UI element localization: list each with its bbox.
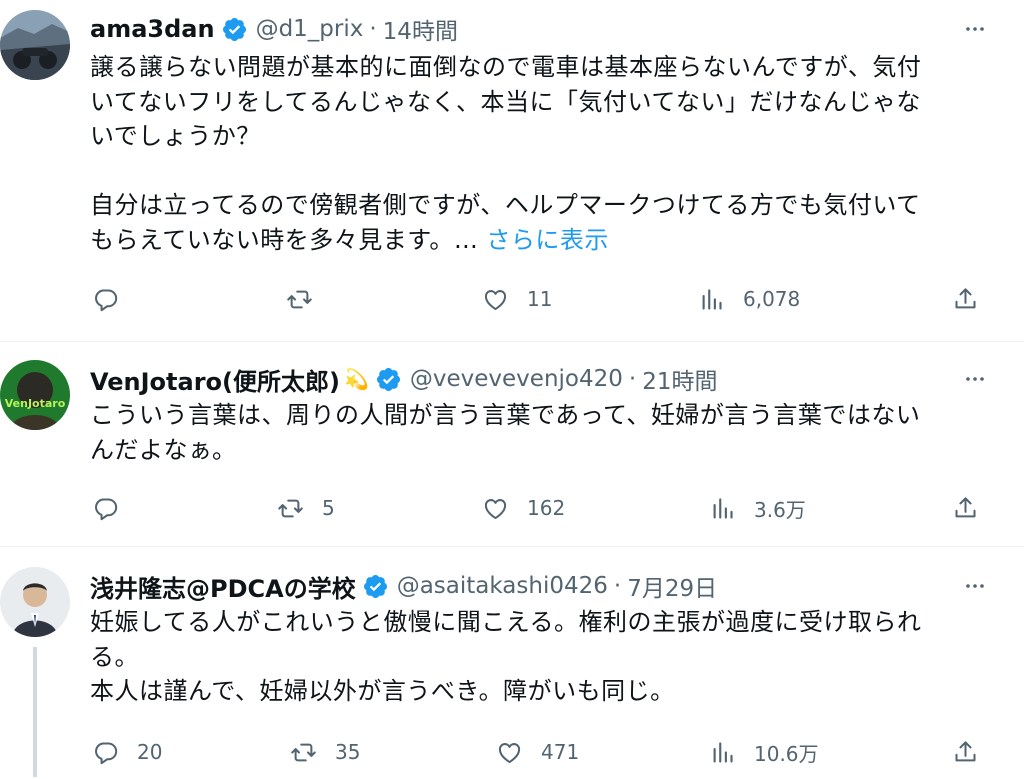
reply-button[interactable] — [92, 284, 137, 314]
tweet-text-line: いでしょうか？ — [90, 122, 261, 150]
share-button[interactable] — [952, 493, 979, 523]
more-icon[interactable] — [960, 14, 990, 44]
tweet-text-line: 譲る譲らない問題が基本的に面倒なので電車は基本座らないんですが、気付 — [90, 53, 922, 81]
tweet-divider — [0, 546, 1024, 547]
like-count: 11 — [527, 287, 553, 311]
display-name[interactable]: 浅井隆志@PDCAの学校 — [90, 569, 356, 604]
timestamp[interactable]: 7月29日 — [627, 569, 717, 603]
tweet-text-last-line: もらえていない時を多々見ます。… さらに表示 — [90, 223, 995, 258]
reply-icon — [95, 497, 118, 520]
tweet-header: VenJotaro(便所太郎) 💫 @vevevevenjo420 · 21時間 — [90, 362, 717, 396]
retweet-button[interactable] — [286, 284, 331, 314]
dizzy-emoji-icon: 💫 — [343, 367, 369, 391]
tweet-actions: 20 35 471 10.6万 — [90, 737, 995, 767]
verified-badge-icon — [362, 573, 389, 600]
tweet-text: 譲る譲らない問題が基本的に面倒なので電車は基本座らないんですが、気付 いてないフ… — [90, 50, 995, 257]
separator-dot: · — [613, 573, 622, 599]
tweet-actions: 5 162 3.6万 — [90, 493, 995, 523]
user-handle[interactable]: @d1_prix — [256, 16, 364, 42]
retweet-button[interactable]: 5 — [277, 493, 335, 523]
share-icon — [955, 740, 976, 761]
tweet-text: 妊娠してる人がこれいうと傲慢に聞こえる。権利の主張が過度に受け取られ る。 本人… — [90, 605, 995, 709]
share-icon — [955, 287, 976, 308]
like-count: 471 — [541, 740, 580, 764]
share-button[interactable] — [952, 284, 979, 314]
thread-connector — [33, 647, 37, 777]
verified-badge-icon — [375, 366, 402, 393]
avatar-image — [0, 10, 70, 80]
retweet-icon — [278, 499, 303, 517]
show-more-link[interactable]: さらに表示 — [486, 226, 609, 254]
like-button[interactable]: 162 — [482, 493, 565, 523]
retweet-icon — [291, 743, 316, 761]
tweet-text-line: る。 — [90, 642, 139, 671]
like-button[interactable]: 471 — [496, 737, 579, 767]
tweet-text-line: 自分は立ってるので傍観者側ですが、ヘルプマークつけてる方でも気付いて — [90, 191, 921, 219]
tweet-header: 浅井隆志@PDCAの学校 @asaitakashi0426 · 7月29日 — [90, 569, 717, 603]
more-icon[interactable] — [960, 571, 990, 601]
like-count: 162 — [527, 496, 566, 520]
timestamp[interactable]: 14時間 — [383, 12, 458, 46]
retweet-count: 35 — [335, 740, 361, 764]
tweet-text: こういう言葉は、周りの人間が言う言葉であって、妊婦が言う言葉ではない んだよなぁ… — [90, 398, 995, 467]
tweet-divider — [0, 341, 1024, 342]
heart-icon — [498, 742, 521, 763]
views-button[interactable]: 3.6万 — [709, 493, 806, 523]
timestamp[interactable]: 21時間 — [642, 362, 717, 396]
avatar[interactable]: VenJotaro — [0, 360, 70, 430]
avatar-text: VenJotaro — [5, 397, 66, 410]
separator-dot: · — [369, 16, 377, 42]
tweet-actions: 11 6,078 — [90, 284, 995, 314]
display-name[interactable]: ama3dan — [90, 15, 215, 43]
retweet-count: 5 — [322, 496, 335, 520]
user-handle[interactable]: @vevevevenjo420 — [410, 366, 623, 392]
views-button[interactable]: 6,078 — [698, 284, 800, 314]
more-icon[interactable] — [960, 364, 990, 394]
retweet-icon — [287, 290, 312, 308]
views-button[interactable]: 10.6万 — [709, 737, 819, 767]
reply-icon — [95, 741, 118, 764]
tweet-text-line: こういう言葉は、周りの人間が言う言葉であって、妊婦が言う言葉ではない — [90, 401, 921, 429]
tweet-text-line — [90, 154, 995, 189]
tweet-text-line: 本人は謹んで、妊婦以外が言うべき。障がいも同じ。 — [90, 677, 675, 705]
avatar-image: VenJotaro — [0, 360, 70, 430]
views-count: 3.6万 — [754, 497, 806, 522]
share-icon — [955, 496, 976, 517]
separator-dot: · — [628, 366, 637, 392]
avatar-image — [0, 567, 70, 637]
views-icon — [702, 288, 722, 310]
tweet-text-line: もらえていない時を多々見ます。… — [90, 225, 479, 254]
user-handle[interactable]: @asaitakashi0426 — [397, 573, 608, 599]
heart-icon — [484, 498, 507, 519]
views-count: 6,078 — [743, 287, 801, 311]
reply-button[interactable]: 20 — [92, 737, 162, 767]
display-name[interactable]: VenJotaro(便所太郎) — [90, 362, 340, 397]
tweet-text-line: 妊娠してる人がこれいうと傲慢に聞こえる。権利の主張が過度に受け取られ — [90, 608, 922, 636]
verified-badge-icon — [221, 16, 248, 43]
views-icon — [713, 741, 733, 763]
tweet-text-line: いてないフリをしてるんじゃなく、本当に「気付いてない」だけなんじゃな — [90, 87, 921, 116]
avatar[interactable] — [0, 567, 70, 637]
reply-count: 20 — [137, 740, 163, 764]
tweet-header: ama3dan @d1_prix · 14時間 — [90, 12, 458, 46]
reply-icon — [95, 288, 118, 311]
retweet-button[interactable]: 35 — [290, 737, 360, 767]
share-button[interactable] — [952, 737, 979, 767]
avatar[interactable] — [0, 10, 70, 80]
heart-icon — [484, 289, 507, 310]
tweet-text-line: んだよなぁ。 — [90, 435, 237, 464]
reply-button[interactable] — [92, 493, 137, 523]
views-count: 10.6万 — [754, 741, 819, 766]
like-button[interactable]: 11 — [482, 284, 552, 314]
views-icon — [713, 497, 733, 519]
